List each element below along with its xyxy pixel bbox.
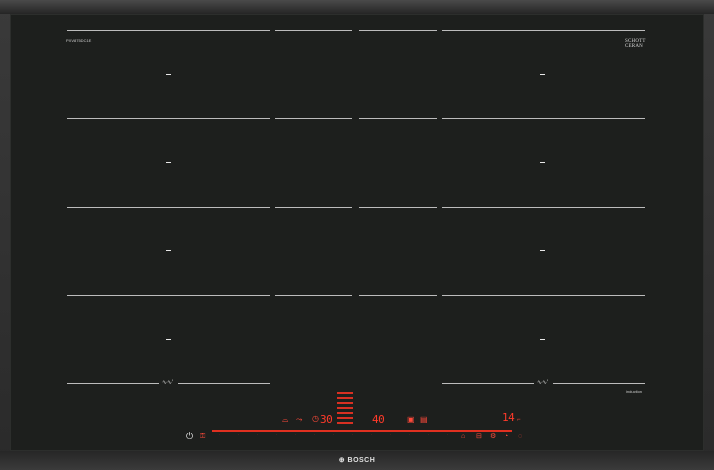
lock-icon[interactable]: ⚿ xyxy=(200,433,205,441)
power-level-unit-icon: ⌐ xyxy=(517,417,521,423)
zone-mark-right-3 xyxy=(540,250,545,251)
brand-logo: ⊕ BOSCH xyxy=(0,456,714,464)
timer-icon[interactable]: ◷ xyxy=(312,415,319,423)
timer-display-right: 40 xyxy=(372,413,385,426)
menu-icon[interactable]: ⌂ xyxy=(461,433,465,441)
bosch-mark-icon: ⊕ xyxy=(338,457,346,464)
zone-mark-right-4 xyxy=(540,339,545,340)
cooktop-top-edge xyxy=(0,0,714,14)
zone-mark-left-1 xyxy=(166,74,171,75)
power-icon[interactable]: ⏻ xyxy=(186,432,193,441)
wave-icon-left: ∿∿′ xyxy=(162,380,174,386)
timer-display-left: 30 xyxy=(320,413,333,426)
zone-mark-right-1 xyxy=(540,74,545,75)
cooktop-glass xyxy=(10,14,704,451)
bottom-line-left-a xyxy=(67,383,159,384)
power-level-display: 14 xyxy=(502,411,515,424)
induction-label: induction xyxy=(626,389,643,394)
bottom-line-right-a xyxy=(442,383,534,384)
stop-icon[interactable]: ◌ xyxy=(518,433,522,441)
flex-zone-icon[interactable]: ▤ xyxy=(420,416,428,424)
move-function-icon[interactable]: ⤳ xyxy=(296,416,302,424)
schott-ceran-logo: SCHOTT CERAN xyxy=(625,39,646,49)
model-code: PXV875DC1E xyxy=(66,38,92,43)
bottom-line-left-b xyxy=(178,383,270,384)
frying-sensor-icon[interactable]: ⌓ xyxy=(282,416,288,424)
zone-mark-right-2 xyxy=(540,162,545,163)
zone-mark-left-2 xyxy=(166,162,171,163)
boost-icon[interactable]: ▣ xyxy=(407,416,415,424)
clock-icon[interactable]: ◔ xyxy=(504,433,508,441)
ceran-word: CERAN xyxy=(625,44,643,49)
flex-settings-icon[interactable]: ⊟ xyxy=(476,433,482,441)
wave-icon-right: ∿∿′ xyxy=(537,380,549,386)
bottom-line-right-b xyxy=(553,383,645,384)
zone-mark-left-3 xyxy=(166,250,171,251)
brand-name: BOSCH xyxy=(347,457,376,464)
settings-icon[interactable]: ⚙ xyxy=(490,433,496,441)
zone-mark-left-4 xyxy=(166,339,171,340)
